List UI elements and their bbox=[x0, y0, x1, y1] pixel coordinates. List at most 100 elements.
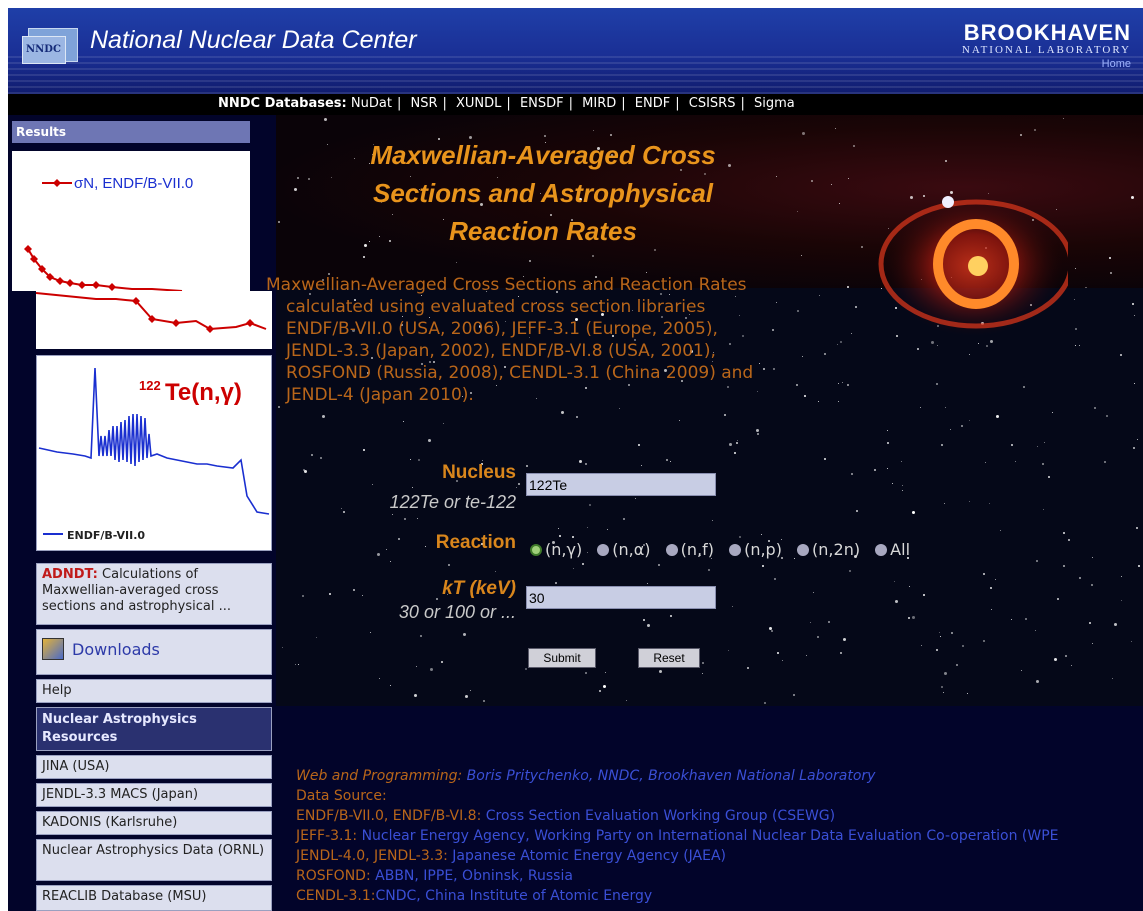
star-dot bbox=[448, 564, 450, 566]
star-dot bbox=[849, 570, 851, 572]
downloads-icon bbox=[42, 638, 64, 660]
star-dot bbox=[386, 549, 387, 550]
star-dot bbox=[771, 630, 773, 632]
te122-reaction-graph[interactable]: 122 Te(n,γ) ENDF/B-VII.0 bbox=[36, 355, 272, 551]
star-dot bbox=[585, 463, 587, 465]
star-dot bbox=[377, 553, 380, 556]
star-dot bbox=[623, 518, 625, 520]
star-dot bbox=[404, 518, 406, 520]
star-dot bbox=[985, 462, 986, 463]
star-dot bbox=[739, 536, 741, 538]
star-dot bbox=[322, 415, 325, 418]
star-dot bbox=[802, 132, 805, 135]
resource-link-kadonis[interactable]: KADONIS (Karlsruhe) bbox=[36, 811, 272, 835]
db-link-nsr[interactable]: NSR bbox=[410, 96, 437, 111]
star-dot bbox=[757, 433, 759, 435]
resource-link-jina[interactable]: JINA (USA) bbox=[36, 755, 272, 779]
star-dot bbox=[1094, 407, 1096, 409]
db-link-mird[interactable]: MIRD bbox=[582, 96, 616, 111]
home-link[interactable]: Home bbox=[941, 58, 1131, 70]
reaction-label: Reaction bbox=[435, 532, 516, 553]
db-link-sigma[interactable]: Sigma bbox=[754, 96, 795, 111]
star-dot bbox=[643, 619, 645, 621]
reaction-radio-na[interactable]: (n,α) bbox=[597, 540, 651, 559]
reaction-radio-nf[interactable]: (n,f) bbox=[665, 540, 714, 559]
star-dot bbox=[465, 695, 468, 698]
star-dot bbox=[495, 571, 496, 572]
star-dot bbox=[874, 469, 876, 471]
star-dot bbox=[1075, 328, 1077, 330]
star-dot bbox=[647, 583, 648, 584]
star-dot bbox=[937, 345, 938, 346]
star-dot bbox=[362, 595, 363, 596]
star-dot bbox=[341, 508, 342, 509]
source-link-jaea[interactable]: Japanese Atomic Energy Agency (JAEA) bbox=[452, 848, 726, 864]
resource-link-jendl-macs[interactable]: JENDL-3.3 MACS (Japan) bbox=[36, 783, 272, 807]
star-dot bbox=[887, 442, 889, 444]
reset-button[interactable]: Reset bbox=[638, 648, 700, 668]
db-link-xundl[interactable]: XUNDL bbox=[456, 96, 501, 111]
star-dot bbox=[921, 645, 922, 646]
reaction-radio-group: (n,γ) (n,α) (n,f) (n,p) (n,2n) All bbox=[530, 540, 920, 559]
star-dot bbox=[1035, 630, 1036, 631]
star-dot bbox=[390, 561, 391, 562]
db-link-csisrs[interactable]: CSISRS bbox=[689, 96, 736, 111]
cross-section-graph-thumb[interactable]: σN, ENDF/B-VII.0 bbox=[12, 151, 250, 292]
reaction-radio-all[interactable]: All bbox=[875, 540, 910, 559]
star-dot bbox=[456, 262, 457, 263]
source-link-cndc[interactable]: CNDC, China Institute of Atomic Energy bbox=[375, 888, 652, 904]
star-dot bbox=[902, 490, 903, 491]
star-dot bbox=[892, 483, 893, 484]
site-title[interactable]: National Nuclear Data Center bbox=[90, 26, 417, 55]
star-dot bbox=[1071, 665, 1072, 666]
adndt-link[interactable]: ADNDT: Calculations of Maxwellian-averag… bbox=[36, 563, 272, 625]
star-dot bbox=[324, 118, 327, 121]
db-link-endf[interactable]: ENDF bbox=[635, 96, 670, 111]
star-dot bbox=[320, 457, 322, 459]
graph2-title-sup: 122 bbox=[139, 378, 161, 393]
star-dot bbox=[1138, 565, 1140, 567]
star-dot bbox=[599, 690, 601, 692]
nucleus-input[interactable]: 122Te bbox=[526, 473, 716, 496]
db-link-nudat[interactable]: NuDat bbox=[351, 96, 392, 111]
star-dot bbox=[944, 672, 947, 675]
cross-section-graph-thumb-lower[interactable] bbox=[35, 291, 272, 349]
bnl-logo[interactable]: BROOKHAVEN NATIONAL LABORATORY Home bbox=[941, 20, 1131, 86]
star-dot bbox=[329, 593, 331, 595]
reaction-radio-np[interactable]: (n,p) bbox=[729, 540, 782, 559]
web-credit-link[interactable]: Boris Pritychenko, NNDC, Brookhaven Nati… bbox=[467, 768, 876, 784]
reaction-radio-n2n[interactable]: (n,2n) bbox=[797, 540, 860, 559]
star-dot bbox=[410, 459, 411, 460]
star-dot bbox=[417, 518, 418, 519]
radio-icon bbox=[875, 544, 888, 556]
source-link-abbn[interactable]: ABBN, IPPE, Obninsk, Russia bbox=[375, 868, 573, 884]
nndc-logo[interactable]: NNDC bbox=[22, 18, 82, 64]
source-link-csewg[interactable]: Cross Section Evaluation Working Group (… bbox=[486, 808, 835, 824]
star-dot bbox=[441, 661, 443, 663]
submit-button[interactable]: Submit bbox=[528, 648, 596, 668]
graph2-legend: ENDF/B-VII.0 bbox=[67, 529, 145, 542]
downloads-link[interactable]: Downloads bbox=[36, 629, 272, 675]
db-link-ensdf[interactable]: ENSDF bbox=[520, 96, 564, 111]
star-dot bbox=[666, 459, 668, 461]
kt-input[interactable]: 30 bbox=[526, 586, 716, 609]
star-dot bbox=[1131, 641, 1132, 642]
star-dot bbox=[635, 498, 636, 499]
source-link-nea[interactable]: Nuclear Energy Agency, Working Party on … bbox=[362, 828, 1059, 844]
reaction-radio-ng[interactable]: (n,γ) bbox=[530, 540, 582, 559]
help-link[interactable]: Help bbox=[36, 679, 272, 703]
star-dot bbox=[1137, 439, 1138, 440]
star-dot bbox=[813, 592, 814, 593]
star-dot bbox=[909, 586, 910, 587]
star-dot bbox=[1037, 446, 1038, 447]
resource-link-reaclib[interactable]: REACLIB Database (MSU) bbox=[36, 885, 272, 911]
star-dot bbox=[343, 511, 345, 513]
star-dot bbox=[931, 341, 934, 344]
star-dot bbox=[737, 440, 738, 441]
resource-link-ornl[interactable]: Nuclear Astrophysics Data (ORNL) bbox=[36, 839, 272, 881]
star-dot bbox=[1079, 345, 1080, 346]
star-dot bbox=[1011, 444, 1013, 446]
star-dot bbox=[951, 632, 953, 634]
star-dot bbox=[294, 188, 297, 191]
star-dot bbox=[828, 621, 830, 623]
